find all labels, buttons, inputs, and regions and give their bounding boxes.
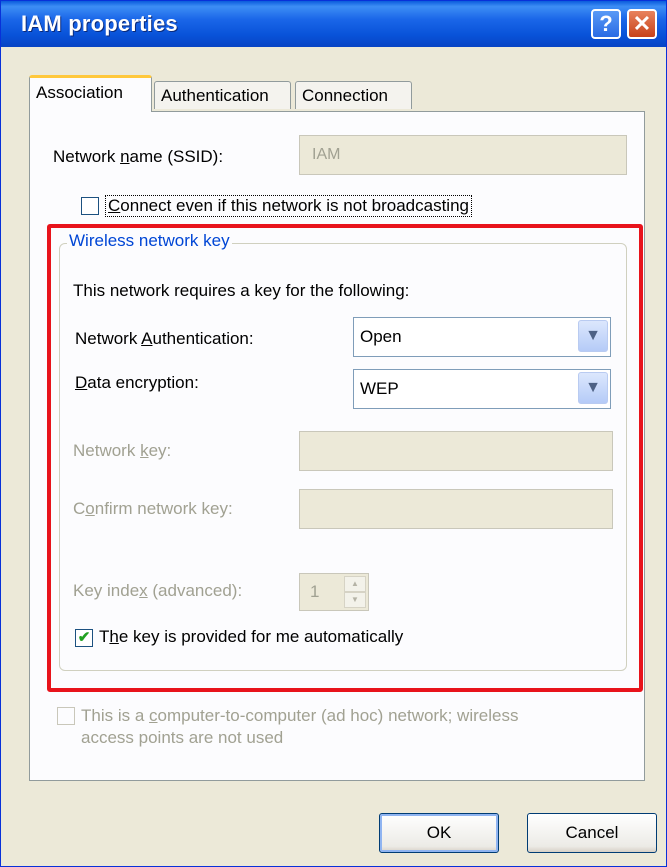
spin-down-icon[interactable]: ▼ <box>344 592 366 608</box>
adhoc-label-line1: This is a computer-to-computer (ad hoc) … <box>81 706 519 725</box>
adhoc-label-line2: access points are not used <box>81 728 284 747</box>
auto-key-label: The key is provided for me automatically <box>99 627 404 646</box>
tab-association[interactable]: Association <box>29 75 152 112</box>
connect-nonbroadcast-label: Connect even if this network is not broa… <box>105 195 472 217</box>
properties-dialog: IAM properties ? ✕ Association Authentic… <box>0 0 667 867</box>
help-button[interactable]: ? <box>591 9 621 39</box>
key-index-value: 1 <box>310 582 320 601</box>
data-encryption-label: Data encryption: <box>75 373 199 392</box>
ok-button[interactable]: OK <box>379 813 499 853</box>
data-encryption-value: WEP <box>360 379 399 398</box>
chevron-down-icon[interactable]: ▼ <box>578 372 608 404</box>
cancel-button[interactable]: Cancel <box>527 813 657 853</box>
network-key-field[interactable] <box>299 431 613 471</box>
spin-up-icon[interactable]: ▲ <box>344 576 366 592</box>
ssid-label: Network name (SSID): <box>53 147 224 166</box>
title-bar[interactable]: IAM properties ? ✕ <box>1 1 666 47</box>
key-required-text: This network requires a key for the foll… <box>73 281 410 300</box>
network-auth-value: Open <box>360 327 402 346</box>
window-title: IAM properties <box>21 11 178 36</box>
tab-authentication[interactable]: Authentication <box>154 81 291 109</box>
auto-key-checkbox[interactable]: ✔ <box>75 629 93 647</box>
chevron-down-icon[interactable]: ▼ <box>578 320 608 352</box>
adhoc-label: This is a computer-to-computer (ad hoc) … <box>81 705 518 749</box>
help-icon: ? <box>599 11 613 36</box>
confirm-key-field[interactable] <box>299 489 613 529</box>
close-icon: ✕ <box>632 11 652 36</box>
checkmark-icon: ✔ <box>77 629 91 646</box>
tab-connection[interactable]: Connection <box>295 81 412 109</box>
ssid-field[interactable]: IAM <box>299 135 627 175</box>
close-button[interactable]: ✕ <box>627 9 657 39</box>
wireless-key-group-title: Wireless network key <box>67 231 232 251</box>
key-index-label: Key index (advanced): <box>73 581 243 600</box>
connect-nonbroadcast-checkbox[interactable] <box>81 197 99 215</box>
network-auth-label: Network Authentication: <box>75 329 254 348</box>
data-encryption-select[interactable]: WEP ▼ <box>353 369 611 409</box>
network-key-label: Network key: <box>73 441 172 460</box>
adhoc-checkbox[interactable] <box>57 707 75 725</box>
network-auth-select[interactable]: Open ▼ <box>353 317 611 357</box>
key-index-spinner[interactable]: 1 ▲ ▼ <box>299 573 369 611</box>
confirm-key-label: Confirm network key: <box>73 499 233 518</box>
